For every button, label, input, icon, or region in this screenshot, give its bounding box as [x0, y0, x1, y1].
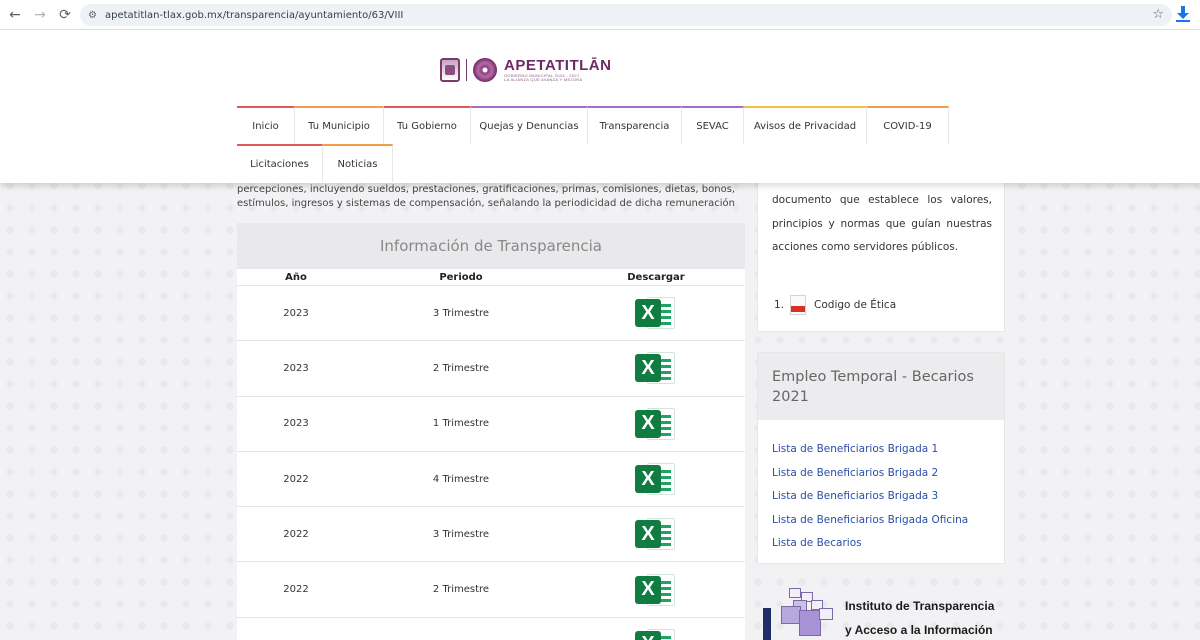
row-year: 2023: [283, 418, 309, 430]
logo-name: APETATITLĀN: [504, 57, 612, 74]
header-download: Descargar: [627, 271, 685, 283]
becarios-link[interactable]: Lista de Beneficiarios Brigada Oficina: [772, 509, 990, 533]
becarios-link[interactable]: Lista de Becarios: [772, 532, 990, 556]
ethics-link-label: Codigo de Ética: [814, 299, 897, 311]
ethics-code-link[interactable]: 1. Codigo de Ética: [774, 295, 896, 315]
transparency-panel-title: Información de Transparencia: [237, 223, 745, 269]
logo-divider: [466, 59, 467, 81]
site-logo[interactable]: APETATITLĀN GOBIERNO MUNICIPAL 2024 - 20…: [440, 56, 611, 84]
excel-download-icon[interactable]: X: [635, 405, 677, 443]
becarios-link[interactable]: Lista de Beneficiarios Brigada 2: [772, 462, 990, 486]
menu-item-quejas-y-denuncias[interactable]: Quejas y Denuncias: [471, 106, 588, 144]
table-header: Año Periodo Descargar: [237, 269, 745, 285]
institute-logo-icon: [763, 588, 839, 640]
header-period: Periodo: [439, 271, 483, 283]
table-row: 2022 2 Trimestre X: [237, 561, 745, 617]
menu-item-inicio[interactable]: Inicio: [237, 106, 295, 144]
main-menu-row-1: Inicio Tu Municipio Tu Gobierno Quejas y De…: [237, 106, 949, 144]
menu-item-avisos-de-privacidad[interactable]: Avisos de Privacidad: [744, 106, 867, 144]
reload-icon[interactable]: ⟳: [55, 5, 75, 25]
institute-title-line-1: Instituto de Transparencia: [845, 599, 995, 613]
menu-item-covid-19[interactable]: COVID-19: [867, 106, 949, 144]
excel-download-icon[interactable]: X: [635, 515, 677, 553]
row-period: 3 Trimestre: [432, 307, 490, 319]
excel-download-icon[interactable]: X: [635, 294, 677, 332]
site-header: APETATITLĀN GOBIERNO MUNICIPAL 2024 - 20…: [0, 30, 1200, 183]
main-menu-row-2: Licitaciones Noticias: [237, 144, 393, 182]
row-year: 2022: [283, 473, 309, 485]
forward-icon[interactable]: →: [30, 5, 50, 25]
table-row: 2023 3 Trimestre X: [237, 285, 745, 341]
row-year: 2023: [283, 362, 309, 374]
browser-toolbar: ← → ⟳ ⚙ apetatitlan-tlax.gob.mx/transpar…: [0, 0, 1200, 30]
pdf-icon: [790, 295, 807, 315]
becarios-card-title: Empleo Temporal - Becarios 2021: [758, 353, 1004, 420]
row-year: 2022: [283, 528, 309, 540]
excel-download-icon[interactable]: X: [635, 626, 677, 640]
becarios-links: Lista de Beneficiarios Brigada 1 Lista de…: [758, 420, 1004, 556]
header-year: Año: [285, 271, 307, 283]
main-content: percepciones, incluyendo sueldos, presta…: [237, 183, 745, 640]
table-row: 2022 3 Trimestre X: [237, 506, 745, 562]
row-period: 2 Trimestre: [432, 362, 490, 374]
excel-download-icon[interactable]: X: [635, 349, 677, 387]
table-row: 2023 1 Trimestre X: [237, 395, 745, 451]
table-row: 2022 4 Trimestre X: [237, 450, 745, 507]
menu-item-tu-municipio[interactable]: Tu Municipio: [295, 106, 384, 144]
row-period: 4 Trimestre: [432, 473, 490, 485]
flower-emblem-icon: [473, 58, 497, 82]
table-row: 2023 2 Trimestre X: [237, 340, 745, 396]
row-year: 2022: [283, 584, 309, 596]
menu-item-noticias[interactable]: Noticias: [323, 144, 393, 182]
becarios-link[interactable]: Lista de Beneficiarios Brigada 3: [772, 485, 990, 509]
article-intro-text: percepciones, incluyendo sueldos, presta…: [237, 184, 736, 209]
address-bar[interactable]: ⚙ apetatitlan-tlax.gob.mx/transparencia/…: [80, 4, 1172, 26]
institute-banner[interactable]: Instituto de Transparencia y Acceso a la…: [763, 588, 1008, 640]
table-row: X: [237, 616, 745, 640]
row-period: 3 Trimestre: [432, 528, 490, 540]
ethics-card: documento que establece los valores, pri…: [757, 183, 1005, 332]
becarios-link[interactable]: Lista de Beneficiarios Brigada 1: [772, 438, 990, 462]
excel-download-icon[interactable]: X: [635, 571, 677, 609]
institute-title-line-2: y Acceso a la Información: [845, 623, 993, 637]
menu-item-licitaciones[interactable]: Licitaciones: [237, 144, 323, 182]
ethics-link-number: 1.: [774, 299, 785, 311]
back-icon[interactable]: ←: [5, 5, 25, 25]
bookmark-star-icon[interactable]: ☆: [1152, 7, 1164, 22]
ethics-description: documento que establece los valores, pri…: [772, 194, 992, 253]
menu-item-sevac[interactable]: SEVAC: [682, 106, 744, 144]
becarios-card: Empleo Temporal - Becarios 2021 Lista de…: [757, 352, 1005, 564]
table-body: 2023 3 Trimestre X 2023 2 Trimestre X 2023 1 Tr…: [237, 285, 745, 640]
municipal-seal-icon: [440, 58, 460, 82]
menu-item-transparencia[interactable]: Transparencia: [588, 106, 682, 144]
download-icon[interactable]: [1176, 6, 1190, 24]
row-period: 2 Trimestre: [432, 584, 490, 596]
menu-item-tu-gobierno[interactable]: Tu Gobierno: [384, 106, 471, 144]
excel-download-icon[interactable]: X: [635, 460, 677, 498]
row-period: 1 Trimestre: [432, 418, 490, 430]
url-text: apetatitlan-tlax.gob.mx/transparencia/ay…: [104, 9, 404, 21]
row-year: 2023: [283, 307, 309, 319]
logo-tagline-2: LA ALIANZA QUE AVANZA Y MEJORA: [504, 77, 583, 82]
site-info-icon[interactable]: ⚙: [88, 10, 97, 21]
